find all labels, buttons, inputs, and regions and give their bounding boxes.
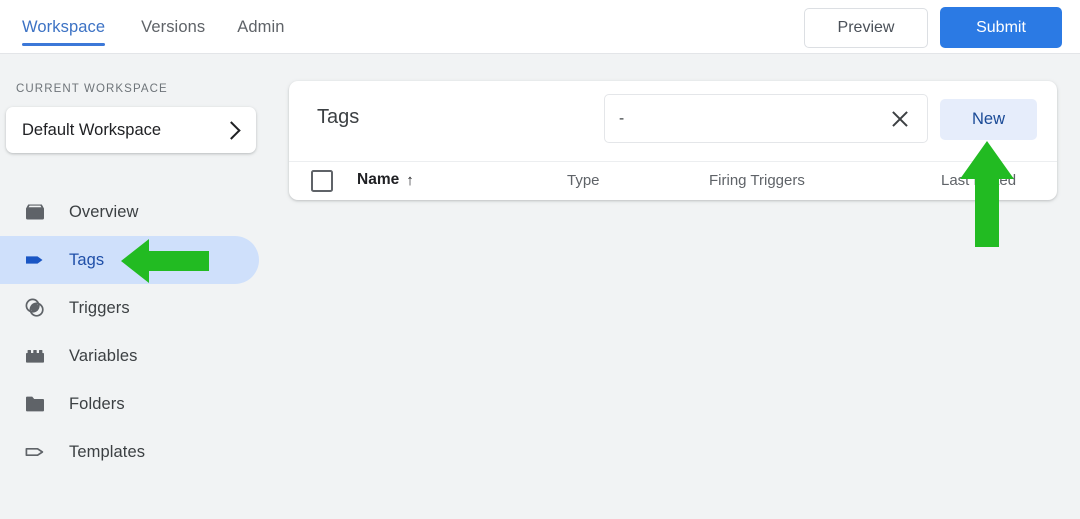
column-header-type[interactable]: Type <box>567 172 600 189</box>
column-header-last-edited[interactable]: Last Edited <box>941 172 1016 189</box>
tab-versions-label: Versions <box>141 17 206 36</box>
tags-card: Tags New Name ↑ Type Firing Triggers Las… <box>289 81 1057 200</box>
preview-button[interactable]: Preview <box>804 7 928 48</box>
sidebar-item-tags-label: Tags <box>69 250 105 269</box>
table-header-row: Name ↑ Type Firing Triggers Last Edited <box>289 161 1057 201</box>
folder-icon <box>22 391 48 417</box>
new-button[interactable]: New <box>940 99 1037 140</box>
search-input[interactable] <box>619 95 887 142</box>
sort-ascending-icon: ↑ <box>406 171 414 189</box>
top-bar: Workspace Versions Admin Preview Submit <box>0 0 1080 54</box>
tab-workspace[interactable]: Workspace <box>22 0 125 54</box>
sidebar-item-templates[interactable]: Templates <box>0 428 268 476</box>
triggers-circles-icon <box>22 295 48 321</box>
overview-box-icon <box>22 199 48 225</box>
sidebar-nav: Overview Tags Triggers Variables Folders… <box>0 188 268 476</box>
sidebar: CURRENT WORKSPACE Default Workspace Over… <box>0 54 268 519</box>
variables-brick-icon <box>22 343 48 369</box>
select-all-checkbox[interactable] <box>311 170 333 192</box>
workspace-name: Default Workspace <box>22 120 162 139</box>
current-workspace-label: CURRENT WORKSPACE <box>16 83 168 95</box>
sidebar-item-triggers-label: Triggers <box>69 298 130 317</box>
tab-workspace-label: Workspace <box>22 17 106 36</box>
column-header-firing-triggers[interactable]: Firing Triggers <box>709 172 805 189</box>
page-title: Tags <box>317 106 360 128</box>
sidebar-item-overview-label: Overview <box>69 202 139 221</box>
sidebar-item-folders-label: Folders <box>69 394 125 413</box>
sidebar-item-triggers[interactable]: Triggers <box>0 284 268 332</box>
sidebar-item-folders[interactable]: Folders <box>0 380 268 428</box>
top-tabs: Workspace Versions Admin <box>22 0 301 54</box>
search-box[interactable] <box>604 94 928 143</box>
close-x-icon[interactable] <box>887 106 913 132</box>
template-tag-outline-icon <box>22 439 48 465</box>
column-header-name-label: Name <box>357 171 400 188</box>
tab-versions[interactable]: Versions <box>125 0 221 54</box>
top-bar-actions: Preview Submit <box>804 7 1062 48</box>
submit-button[interactable]: Submit <box>940 7 1062 48</box>
tab-admin-label: Admin <box>237 17 285 36</box>
sidebar-item-variables-label: Variables <box>69 346 138 365</box>
column-header-name[interactable]: Name ↑ <box>357 171 414 189</box>
tab-admin[interactable]: Admin <box>221 0 300 54</box>
sidebar-item-tags[interactable]: Tags <box>0 236 259 284</box>
chevron-right-icon <box>222 120 241 140</box>
sidebar-item-templates-label: Templates <box>69 442 146 461</box>
tag-icon <box>22 247 48 273</box>
workspace-selector[interactable]: Default Workspace <box>6 107 256 153</box>
sidebar-item-overview[interactable]: Overview <box>0 188 268 236</box>
sidebar-item-variables[interactable]: Variables <box>0 332 268 380</box>
